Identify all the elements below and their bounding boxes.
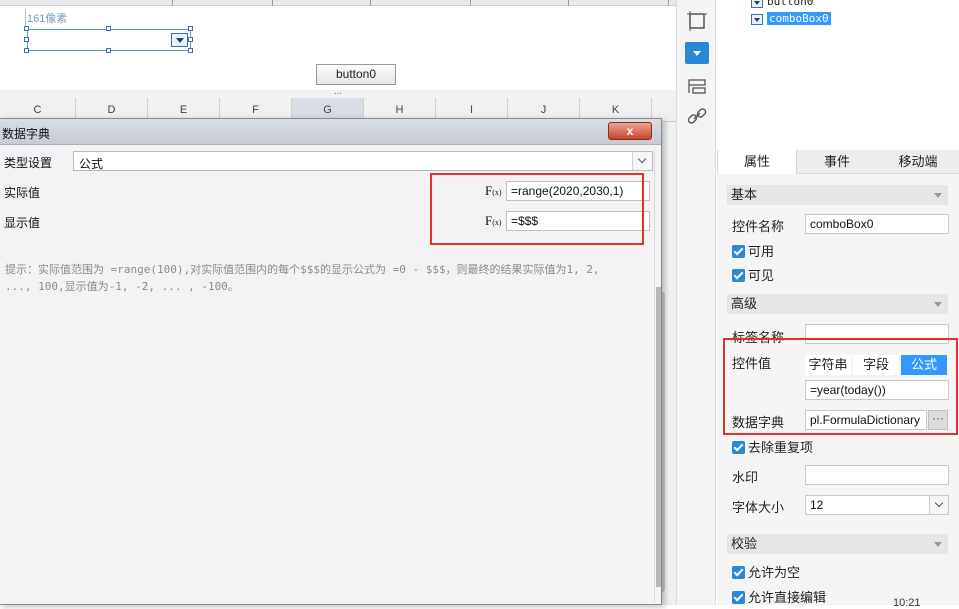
button-icon (751, 0, 763, 8)
tab-events[interactable]: 事件 (797, 150, 877, 174)
type-setting-select[interactable]: 公式 (73, 151, 653, 171)
dedupe-checkbox[interactable]: 去除重复项 (732, 440, 813, 456)
width-guide-line (25, 9, 26, 27)
dialog-titlebar[interactable]: 数据字典 x (0, 119, 661, 145)
widget-tree: button0 comboBox0 (717, 0, 959, 150)
dialog-scrollbar[interactable] (654, 147, 661, 602)
font-size-label: 字体大小 (732, 500, 785, 515)
combobox-dropdown-icon (171, 33, 188, 47)
hint-line: ..., 100,显示值为-1, -2, ... , -100。 (5, 280, 239, 293)
frame-tool-icon[interactable] (685, 10, 709, 32)
link-icon[interactable] (685, 106, 709, 128)
highlight-box (430, 173, 644, 245)
panel-splitter[interactable]: ... (0, 87, 676, 98)
properties-tabs: 属性 事件 移动端 (717, 150, 959, 174)
horizontal-ruler (0, 0, 676, 6)
button0-widget[interactable]: button0 (316, 64, 396, 85)
collapse-icon[interactable] (934, 302, 942, 307)
display-value-label: 显示值 (4, 216, 41, 230)
chevron-down-icon[interactable] (632, 152, 652, 170)
resize-handle[interactable] (106, 26, 111, 31)
highlight-box (723, 338, 958, 435)
section-validation[interactable]: 校验 (727, 534, 948, 554)
watermark-label: 水印 (732, 470, 759, 485)
widget-name-input[interactable]: comboBox0 (805, 214, 949, 234)
visible-checkbox[interactable]: 可见 (732, 268, 774, 284)
widget-toolbar (676, 0, 716, 605)
checkbox-checked-icon (732, 441, 745, 454)
allow-edit-checkbox[interactable]: 允许直接编辑 (732, 590, 826, 606)
resize-handle[interactable] (188, 48, 193, 53)
watermark-input[interactable] (805, 465, 949, 485)
collapse-icon[interactable] (934, 542, 942, 547)
clock-text: 10:21 (893, 597, 921, 609)
type-setting-value: 公式 (79, 157, 104, 171)
tab-properties[interactable]: 属性 (717, 150, 797, 174)
resize-handle[interactable] (24, 37, 29, 42)
dialog-scrollbar-thumb[interactable] (656, 287, 661, 587)
dialog-title: 数据字典 (2, 127, 51, 141)
tab-mobile[interactable]: 移动端 (877, 150, 959, 174)
enabled-checkbox[interactable]: 可用 (732, 244, 774, 260)
properties-panel: 属性 事件 移动端 基本 控件名称 comboBox0 可用 可见 高级 标签名… (717, 150, 959, 609)
resize-handle[interactable] (24, 26, 29, 31)
widget-name-label: 控件名称 (732, 219, 785, 234)
checkbox-checked-icon (732, 245, 745, 258)
resize-handle[interactable] (24, 48, 29, 53)
checkbox-checked-icon (732, 591, 745, 604)
allow-empty-checkbox[interactable]: 允许为空 (732, 565, 800, 581)
resize-handle[interactable] (188, 26, 193, 31)
dialog-hint-text: 提示：实际值范围为 =range(100),对实际值范围内的每个$$$的显示公式… (5, 261, 635, 295)
section-basic[interactable]: 基本 (727, 185, 948, 205)
resize-handle[interactable] (188, 37, 193, 42)
collapse-icon[interactable] (934, 193, 942, 198)
hint-line: 提示：实际值范围为 =range(100),对实际值范围内的每个$$$的显示公式… (5, 263, 600, 276)
font-size-select[interactable]: 12 (805, 495, 949, 515)
chevron-down-icon[interactable] (929, 496, 948, 514)
type-setting-label: 类型设置 (4, 156, 53, 170)
dialog-close-button[interactable]: x (608, 122, 652, 140)
tree-item-combobox0[interactable]: comboBox0 (751, 11, 831, 27)
section-advanced[interactable]: 高级 (727, 294, 948, 314)
data-dictionary-dialog: 数据字典 x 类型设置 公式 实际值 F(x) =range(2020,2030… (0, 118, 662, 605)
checkbox-checked-icon (732, 566, 745, 579)
actual-value-label: 实际值 (4, 186, 41, 200)
width-guide-label: 161像素 (27, 13, 68, 25)
design-canvas[interactable]: 161像素 button0 ... (0, 0, 676, 100)
checkbox-checked-icon (732, 269, 745, 282)
combobox-icon (751, 13, 763, 25)
tree-item-button0[interactable]: button0 (751, 0, 813, 10)
layout-tool-icon[interactable] (685, 76, 709, 98)
font-size-value: 12 (810, 498, 824, 512)
resize-handle[interactable] (106, 48, 111, 53)
combobox-tool-icon[interactable] (685, 42, 709, 64)
